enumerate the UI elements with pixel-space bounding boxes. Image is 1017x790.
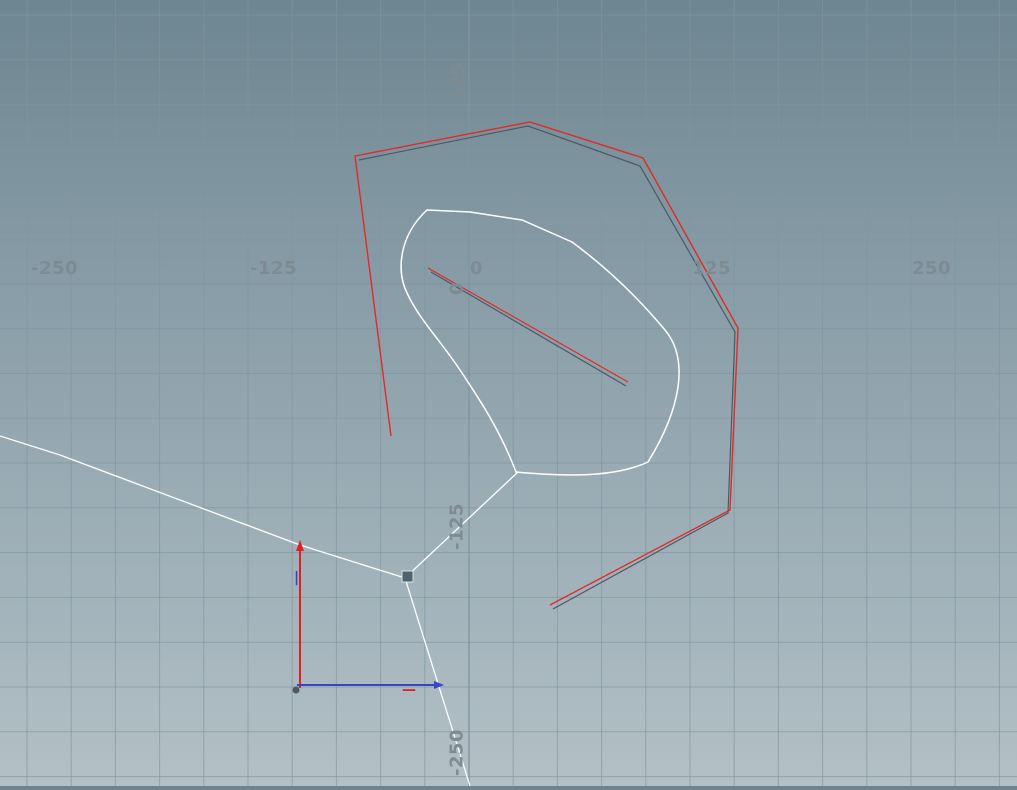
gizmo-x-label: —	[402, 682, 416, 698]
gizmo-origin[interactable]	[292, 686, 300, 694]
x-tick-label-neg250: -250	[31, 258, 79, 279]
gizmo-y-label: |	[294, 570, 299, 586]
transform-gizmo[interactable]: | —	[292, 540, 445, 698]
y-tick-label-neg250: -250	[446, 728, 468, 777]
x-tick-label-neg125: -125	[250, 258, 298, 279]
grid-lines	[0, 0, 1017, 786]
y-tick-label-neg125: -125	[446, 502, 468, 551]
viewport-canvas[interactable]: | —	[0, 0, 1017, 787]
y-tick-label-125: 125	[447, 61, 469, 101]
network-viewport[interactable]: | — -250 -125 0 125 250 125 0 -125 -250	[0, 0, 1017, 787]
white-loop-curve[interactable]	[400, 209, 680, 476]
junction-node-handle[interactable]	[401, 570, 414, 583]
y-tick-label-0: 0	[446, 281, 468, 296]
x-tick-label-250: 250	[912, 258, 952, 279]
x-tick-label-125: 125	[692, 258, 732, 279]
x-tick-label-0: 0	[470, 258, 484, 279]
white-wire-left[interactable]	[0, 435, 406, 579]
